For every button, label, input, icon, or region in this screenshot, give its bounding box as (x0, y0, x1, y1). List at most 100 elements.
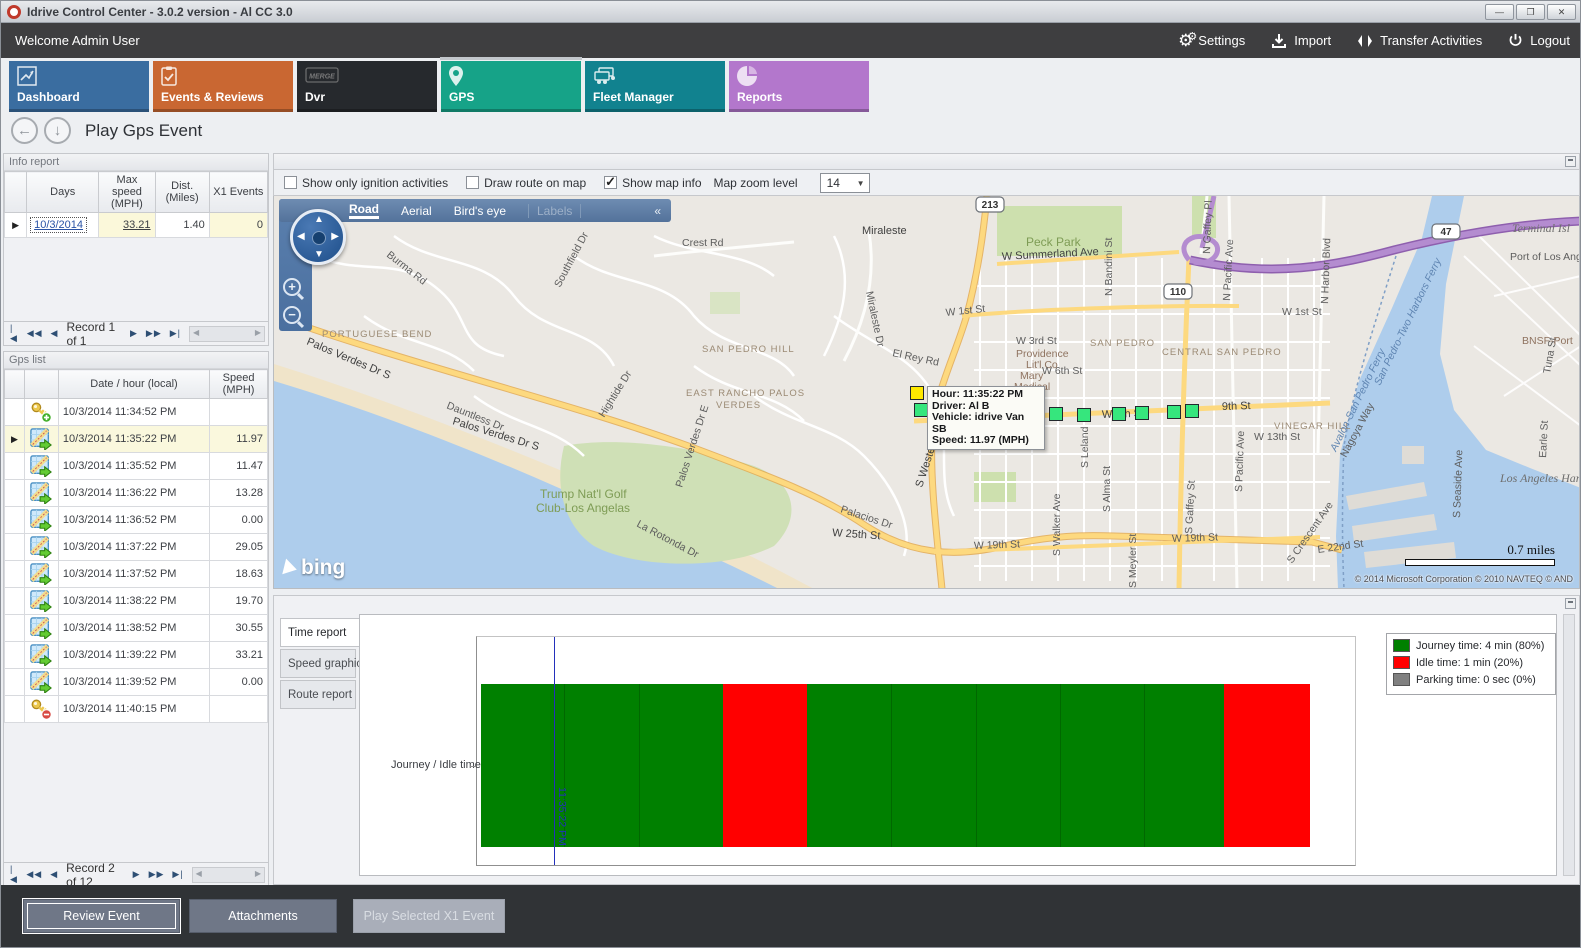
vertical-scrollbar[interactable] (1563, 614, 1575, 876)
nav-tab-reports[interactable]: Reports (729, 61, 869, 112)
pager-fastprev-icon[interactable]: ◀◀ (27, 328, 43, 339)
pager-prev-icon[interactable]: ◀ (51, 328, 59, 339)
bing-logo[interactable]: bing (284, 556, 345, 580)
gps-point-marker[interactable] (1077, 408, 1091, 422)
svg-text:47: 47 (1440, 227, 1452, 238)
attachments-button[interactable]: Attachments (189, 899, 337, 933)
checkbox-show-only-ignition-activities[interactable]: Show only ignition activities (284, 176, 448, 190)
gps-point-marker[interactable] (1167, 405, 1181, 419)
col-speed[interactable]: Speed (MPH) (210, 370, 268, 399)
legend-label: Idle time: 1 min (20%) (1416, 657, 1523, 669)
gps-point-marker[interactable] (1185, 404, 1199, 418)
back-button[interactable]: ← (11, 117, 38, 144)
gps-list-row[interactable]: 10/3/2014 11:36:22 PM13.28 (5, 480, 268, 507)
map-compass-control[interactable]: ▲ ▼ ◀ ▶ (290, 209, 346, 265)
pager-next-icon[interactable]: ▶ (133, 869, 141, 880)
gps-list-row[interactable]: 10/3/2014 11:37:22 PM29.05 (5, 534, 268, 561)
checkbox-icon[interactable] (604, 176, 617, 189)
logout-button[interactable]: Logout (1508, 33, 1570, 48)
col-x1-events[interactable]: X1 Events (209, 172, 267, 213)
tab-time-report[interactable]: Time report (280, 618, 360, 647)
pan-right-icon[interactable]: ▶ (331, 231, 339, 242)
map-style-labels[interactable]: Labels (528, 204, 581, 218)
checkbox-icon[interactable] (466, 176, 479, 189)
pager-next-icon[interactable]: ▶ (130, 328, 138, 339)
col-max-speed[interactable]: Max speed (MPH) (99, 172, 155, 213)
minimize-button[interactable]: — (1485, 4, 1514, 20)
gps-list-row[interactable]: 10/3/2014 11:39:22 PM33.21 (5, 642, 268, 669)
bing-map[interactable]: 21311047 Burma RdSouthfield DrCrest RdMi… (273, 196, 1580, 589)
row-selector-arrow: ▶ (5, 426, 25, 453)
power-icon (1508, 33, 1523, 48)
review-event-button[interactable]: Review Event (23, 899, 180, 933)
map-label: Earle St (1537, 420, 1551, 458)
pan-left-icon[interactable]: ◀ (297, 231, 305, 242)
gps-list-row[interactable]: 10/3/2014 11:35:52 PM11.47 (5, 453, 268, 480)
pager-fastnext-icon[interactable]: ▶▶ (149, 869, 165, 880)
pager-last-icon[interactable]: ▶| (170, 328, 181, 339)
col-days[interactable]: Days (27, 172, 99, 213)
down-button[interactable]: ↓ (44, 117, 71, 144)
checkbox-draw-route-on-map[interactable]: Draw route on map (466, 176, 586, 190)
map-style-bird-s-eye[interactable]: Bird's eye (454, 204, 506, 218)
pager-fastnext-icon[interactable]: ▶▶ (146, 328, 162, 339)
map-label: San Pedro Hill (702, 344, 795, 355)
map-label: East Rancho Palos (686, 388, 805, 399)
gps-list-row[interactable]: 10/3/2014 11:38:22 PM19.70 (5, 588, 268, 615)
import-icon (1271, 33, 1287, 49)
gps-point-marker[interactable] (914, 403, 928, 417)
pan-down-icon[interactable]: ▼ (314, 249, 324, 260)
zoom-in-icon[interactable]: + (283, 278, 301, 296)
gps-point-marker[interactable] (1112, 407, 1126, 421)
gps-list-row[interactable]: 10/3/2014 11:37:52 PM18.63 (5, 561, 268, 588)
pager-first-icon[interactable]: |◀ (10, 864, 18, 885)
tab-route-report[interactable]: Route report (280, 680, 356, 709)
pager-first-icon[interactable]: |◀ (10, 323, 19, 344)
chart-collapse-icon[interactable] (1565, 598, 1576, 609)
gps-list-row[interactable]: 10/3/2014 11:36:52 PM0.00 (5, 507, 268, 534)
nav-tab-fleet-manager[interactable]: Fleet Manager (585, 61, 725, 112)
gps-point-marker[interactable] (1135, 406, 1149, 420)
horizontal-scrollbar[interactable] (192, 867, 265, 883)
map-style-road[interactable]: Road (349, 202, 379, 219)
toolbar-collapse-icon[interactable]: « (654, 204, 661, 218)
info-report-row[interactable]: ▶ 10/3/2014 33.21 1.40 0 (5, 213, 268, 238)
gps-list-row[interactable]: 10/3/2014 11:34:52 PM (5, 399, 268, 426)
transfer-activities-button[interactable]: Transfer Activities (1357, 33, 1482, 49)
maximize-button[interactable]: ❐ (1516, 4, 1545, 20)
col-date-hour[interactable]: Date / hour (local) (58, 370, 209, 399)
pan-up-icon[interactable]: ▲ (314, 214, 324, 225)
checkbox-show-map-info[interactable]: Show map info (604, 176, 701, 190)
import-button[interactable]: Import (1271, 33, 1331, 49)
map-style-aerial[interactable]: Aerial (401, 204, 432, 218)
gps-list-row[interactable]: ▶10/3/2014 11:35:22 PM11.97 (5, 426, 268, 453)
pager-fastprev-icon[interactable]: ◀◀ (26, 869, 42, 880)
nav-tab-events-reviews[interactable]: Events & Reviews (153, 61, 293, 112)
tab-speed-graphic[interactable]: Speed graphic (280, 649, 356, 678)
gps-list-row[interactable]: 10/3/2014 11:40:15 PM (5, 696, 268, 723)
nav-tab-dashboard[interactable]: Dashboard (9, 61, 149, 112)
gps-point-icon (30, 455, 52, 477)
day-link[interactable]: 10/3/2014 (31, 218, 86, 232)
selected-gps-point-marker[interactable] (910, 386, 924, 400)
row-icon-cell (24, 534, 58, 561)
gps-point-marker[interactable] (1049, 407, 1063, 421)
close-button[interactable]: ✕ (1547, 4, 1576, 20)
checkbox-icon[interactable] (284, 176, 297, 189)
pager-prev-icon[interactable]: ◀ (50, 869, 58, 880)
pager-last-icon[interactable]: ▶| (172, 869, 183, 880)
gps-list-row[interactable]: 10/3/2014 11:39:52 PM0.00 (5, 669, 268, 696)
map-collapse-icon[interactable] (1565, 156, 1576, 167)
nav-tab-gps[interactable]: GPS (441, 61, 581, 112)
nav-tab-dvr[interactable]: MERGEDvr (297, 61, 437, 112)
horizontal-scrollbar[interactable] (189, 326, 265, 342)
col-dist[interactable]: Dist. (Miles) (155, 172, 209, 213)
play-selected-x1-event-button[interactable]: Play Selected X1 Event (353, 899, 505, 933)
ignition-off-key-icon (30, 698, 52, 720)
settings-button[interactable]: ⚙⚙ Settings (1178, 32, 1245, 49)
dist-value: 1.40 (155, 213, 209, 238)
svg-text:110: 110 (1170, 287, 1187, 298)
zoom-out-icon[interactable]: − (283, 306, 301, 324)
map-zoom-level-select[interactable]: 14 (820, 173, 870, 193)
gps-list-row[interactable]: 10/3/2014 11:38:52 PM30.55 (5, 615, 268, 642)
